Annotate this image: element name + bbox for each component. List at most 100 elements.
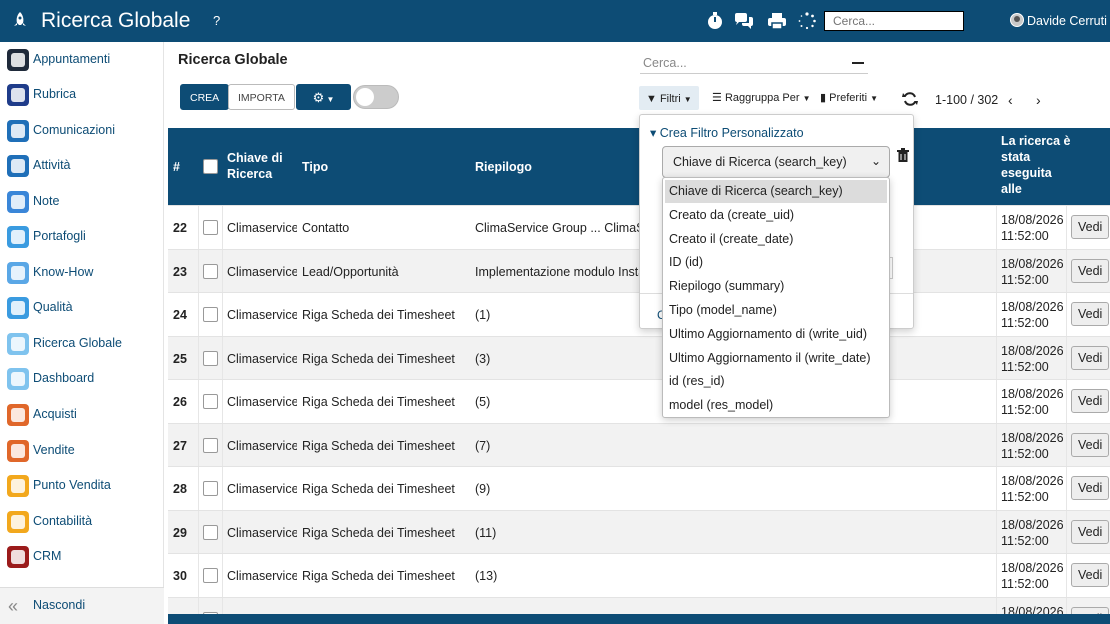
- table-row[interactable]: 25 Climaservice Riga Scheda dei Timesheet (…: [168, 335, 1110, 380]
- row-checkbox[interactable]: [203, 394, 218, 409]
- row-number: 28: [173, 482, 187, 496]
- row-checkbox[interactable]: [203, 220, 218, 235]
- filter-field-option[interactable]: Ultimo Aggiornamento il (write_date): [665, 347, 887, 370]
- view-button[interactable]: Vedi: [1071, 258, 1110, 283]
- filter-field-option[interactable]: ID (id): [665, 251, 887, 274]
- sidebar-item[interactable]: Note: [0, 187, 164, 219]
- pager-next-icon[interactable]: ›: [1036, 92, 1041, 108]
- row-checkbox[interactable]: [203, 307, 218, 322]
- help-link[interactable]: ?: [213, 13, 220, 28]
- sidebar-item[interactable]: Attività: [0, 151, 164, 183]
- refresh-icon[interactable]: [902, 91, 918, 107]
- filter-field-option[interactable]: id (res_id): [665, 370, 887, 393]
- table-row[interactable]: 29 Climaservice Riga Scheda dei Timesheet (…: [168, 509, 1110, 554]
- sidebar-item[interactable]: Punto Vendita: [0, 471, 164, 503]
- import-button[interactable]: IMPORTA: [228, 84, 295, 110]
- search-field[interactable]: Cerca...: [640, 52, 868, 74]
- sidebar-collapse-label: Nascondi: [33, 598, 86, 612]
- sidebar-collapse-button[interactable]: « Nascondi: [0, 587, 164, 624]
- sidebar-item[interactable]: Know-How: [0, 258, 164, 290]
- row-checkbox[interactable]: [203, 263, 218, 279]
- row-checkbox[interactable]: [203, 568, 218, 583]
- filter-field-option[interactable]: Ultimo Aggiornamento di (write_uid): [665, 323, 887, 346]
- filter-field-option[interactable]: Chiave di Ricerca (search_key): [665, 180, 887, 203]
- filter-field-option[interactable]: Creato da (create_uid): [665, 204, 887, 227]
- list-icon: ☰: [712, 92, 722, 104]
- actions-gear-button[interactable]: ⚙ ▼: [296, 84, 351, 110]
- row-checkbox[interactable]: [203, 437, 218, 453]
- row-checkbox[interactable]: [203, 524, 218, 540]
- sidebar-item[interactable]: Qualità: [0, 293, 164, 325]
- row-checkbox[interactable]: [203, 350, 218, 366]
- rocket-icon[interactable]: [12, 11, 28, 31]
- filter-field-option[interactable]: Riepilogo (summary): [665, 275, 887, 298]
- column-header-date[interactable]: La ricerca è stata eseguita alle: [1001, 133, 1071, 197]
- row-checkbox[interactable]: [203, 481, 218, 496]
- filter-field-select[interactable]: Chiave di Ricerca (search_key) ⌄: [662, 146, 890, 178]
- icon-glyph: [11, 53, 25, 67]
- pager-value[interactable]: 1-100 / 302: [935, 93, 998, 107]
- chat-bubble-icon: [7, 120, 29, 142]
- sidebar-item[interactable]: Comunicazioni: [0, 116, 164, 148]
- row-summary: (13): [475, 569, 498, 583]
- sidebar-item-label: Ricerca Globale: [33, 336, 122, 350]
- favorites-button[interactable]: ▮ Preferiti ▼: [814, 86, 884, 110]
- spinner-icon[interactable]: [797, 12, 817, 30]
- view-button[interactable]: Vedi: [1071, 519, 1110, 544]
- select-all-checkbox[interactable]: [203, 159, 218, 174]
- app-root: Ricerca Globale ? Davide Cerruti: [0, 0, 1110, 624]
- view-button[interactable]: Vedi: [1071, 389, 1110, 413]
- print-icon[interactable]: [767, 12, 787, 30]
- sidebar-item-label: Contabilità: [33, 514, 93, 528]
- view-button[interactable]: Vedi: [1071, 345, 1110, 370]
- column-separator: [198, 206, 199, 250]
- table-row[interactable]: 26 Climaservice Riga Scheda dei Timesheet (…: [168, 379, 1110, 424]
- sidebar-item[interactable]: Rubrica: [0, 80, 164, 112]
- user-menu[interactable]: Davide Cerruti: [1010, 13, 1107, 28]
- view-toggle-switch[interactable]: [353, 85, 399, 109]
- view-button[interactable]: Vedi: [1071, 432, 1110, 457]
- filter-field-option[interactable]: model (res_model): [665, 394, 887, 417]
- sidebar-item[interactable]: Acquisti: [0, 400, 164, 432]
- add-custom-filter-toggle[interactable]: Crea Filtro Personalizzato: [650, 125, 804, 140]
- sidebar-item[interactable]: CRM: [0, 542, 164, 574]
- filter-field-option[interactable]: Creato il (create_date): [665, 228, 887, 251]
- row-type: Contatto: [302, 221, 350, 235]
- pos-icon: [7, 475, 29, 497]
- filters-button[interactable]: ▼ Filtri ▼: [639, 86, 699, 110]
- collapse-search-icon[interactable]: [852, 62, 864, 64]
- pager-previous-icon[interactable]: ‹: [1008, 92, 1013, 108]
- view-button[interactable]: Vedi: [1071, 563, 1110, 587]
- column-header-summary[interactable]: Riepilogo: [475, 159, 532, 175]
- row-date: 18/08/2026 11:52:00: [1001, 256, 1064, 287]
- chat-icon[interactable]: [734, 12, 754, 30]
- row-type: Riga Scheda dei Timesheet: [302, 351, 455, 366]
- table-row[interactable]: 30 Climaservice Riga Scheda dei Timesheet (…: [168, 553, 1110, 598]
- column-header-key[interactable]: Chiave di Ricerca: [227, 150, 297, 182]
- sidebar-item[interactable]: Ricerca Globale: [0, 329, 164, 361]
- view-button[interactable]: Vedi: [1071, 302, 1110, 326]
- view-button[interactable]: Vedi: [1071, 476, 1110, 500]
- sidebar-item[interactable]: Dashboard: [0, 364, 164, 396]
- table-row[interactable]: 27 Climaservice Riga Scheda dei Timesheet (…: [168, 422, 1110, 467]
- sidebar-item[interactable]: Appuntamenti: [0, 45, 164, 77]
- view-button[interactable]: Vedi: [1071, 215, 1110, 239]
- sidebar-item-label: Dashboard: [33, 371, 95, 385]
- timer-icon[interactable]: [705, 12, 725, 30]
- sidebar-item[interactable]: Vendite: [0, 436, 164, 468]
- row-summary: (1): [475, 308, 491, 322]
- sidebar-item[interactable]: Portafogli: [0, 222, 164, 254]
- global-search-input[interactable]: [824, 11, 964, 31]
- groupby-button[interactable]: ☰ Raggruppa Per ▼: [706, 86, 817, 110]
- bookmark-icon: ▮: [820, 92, 827, 104]
- trash-icon[interactable]: [897, 148, 909, 162]
- brain-icon: [7, 262, 29, 284]
- column-header-type[interactable]: Tipo: [302, 159, 328, 175]
- ledger-icon: [7, 511, 29, 533]
- create-button[interactable]: CREA: [180, 84, 230, 110]
- filter-field-option[interactable]: Tipo (model_name): [665, 299, 887, 322]
- sidebar-item[interactable]: Contabilità: [0, 507, 164, 539]
- row-summary: Implementazione modulo Insta: [475, 264, 645, 279]
- column-separator: [198, 423, 199, 467]
- table-row[interactable]: 28 Climaservice Riga Scheda dei Timesheet (…: [168, 466, 1110, 511]
